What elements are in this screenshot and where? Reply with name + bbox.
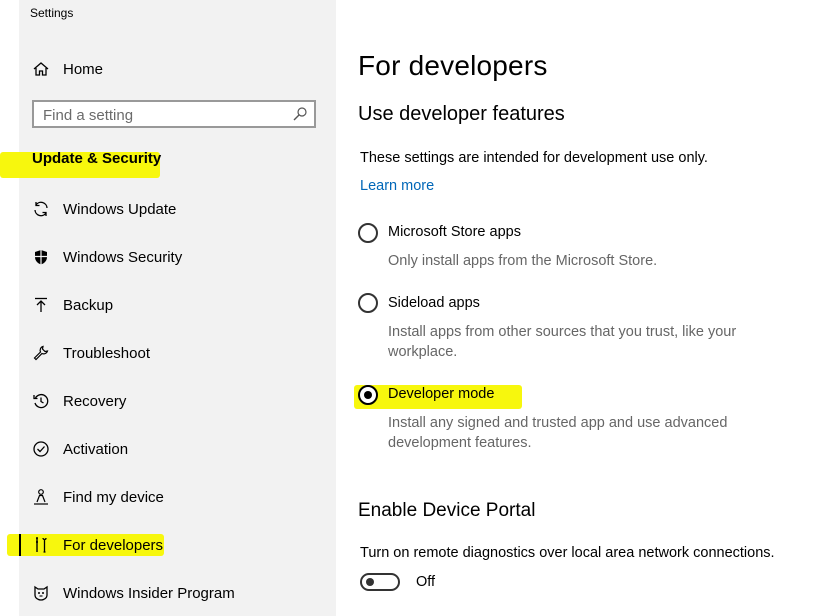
backup-arrow-icon (32, 296, 50, 314)
device-portal-description: Turn on remote diagnostics over local ar… (360, 545, 775, 561)
sidebar-item-troubleshoot[interactable]: Troubleshoot (32, 336, 322, 370)
radio-desc-sideload-apps: Install apps from other sources that you… (388, 324, 737, 360)
sidebar-item-label: Troubleshoot (63, 344, 150, 362)
sidebar: Settings Home Update & Security Windows … (0, 0, 336, 616)
window-title: Settings (30, 6, 74, 20)
sidebar-item-for-developers[interactable]: For developers (32, 528, 322, 562)
person-location-icon (32, 488, 50, 506)
radio-microsoft-store-apps[interactable] (358, 223, 378, 243)
sidebar-item-label: For developers (63, 536, 164, 554)
settings-window: Settings Home Update & Security Windows … (0, 0, 819, 616)
developer-tools-icon (32, 536, 50, 554)
sidebar-item-label: Backup (63, 296, 114, 314)
section-title-developer-features: Use developer features (358, 103, 565, 125)
sidebar-item-label: Windows Update (63, 200, 177, 218)
page-title: For developers (358, 50, 548, 81)
nav-home[interactable]: Home (32, 52, 322, 86)
sidebar-item-find-my-device[interactable]: Find my device (32, 480, 322, 514)
sync-icon (32, 200, 50, 218)
sidebar-item-label: Windows Insider Program (63, 584, 235, 602)
sidebar-item-recovery[interactable]: Recovery (32, 384, 322, 418)
device-portal-toggle[interactable] (360, 573, 400, 591)
sidebar-item-windows-insider-program[interactable]: Windows Insider Program (32, 576, 322, 610)
search-icon[interactable] (292, 106, 308, 122)
radio-desc-microsoft-store-apps: Only install apps from the Microsoft Sto… (388, 253, 658, 269)
history-icon (32, 392, 50, 410)
main-content: For developers Use developer features Th… (336, 0, 819, 616)
check-circle-icon (32, 440, 50, 458)
nav-home-label: Home (63, 60, 104, 78)
wrench-icon (32, 344, 50, 362)
developer-features-description: These settings are intended for developm… (360, 150, 708, 166)
sidebar-item-label: Recovery (63, 392, 127, 410)
window-left-edge (0, 0, 19, 616)
selected-indicator-bar (19, 534, 21, 556)
section-label-update-security: Update & Security (32, 150, 162, 167)
radio-sideload-apps[interactable] (358, 293, 378, 313)
sidebar-item-backup[interactable]: Backup (32, 288, 322, 322)
search-input[interactable] (34, 102, 295, 128)
radio-label-developer-mode[interactable]: Developer mode (388, 386, 494, 402)
radio-label-microsoft-store-apps[interactable]: Microsoft Store apps (388, 224, 521, 240)
sidebar-item-windows-update[interactable]: Windows Update (32, 192, 322, 226)
home-icon (32, 60, 50, 78)
radio-selected-dot (364, 391, 372, 399)
radio-label-sideload-apps[interactable]: Sideload apps (388, 295, 480, 311)
toggle-knob (366, 578, 374, 586)
sidebar-item-label: Activation (63, 440, 129, 458)
section-title-device-portal: Enable Device Portal (358, 500, 536, 521)
learn-more-link[interactable]: Learn more (360, 178, 434, 194)
device-portal-toggle-state: Off (416, 574, 436, 590)
radio-developer-mode[interactable] (358, 385, 378, 405)
sidebar-item-label: Find my device (63, 488, 164, 506)
sidebar-item-label: Windows Security (63, 248, 183, 266)
radio-desc-developer-mode: Install any signed and trusted app and u… (388, 415, 728, 451)
insider-cat-icon (32, 584, 50, 602)
search-box[interactable] (32, 100, 316, 128)
sidebar-item-windows-security[interactable]: Windows Security (32, 240, 322, 274)
shield-icon (32, 248, 50, 266)
sidebar-item-activation[interactable]: Activation (32, 432, 322, 466)
